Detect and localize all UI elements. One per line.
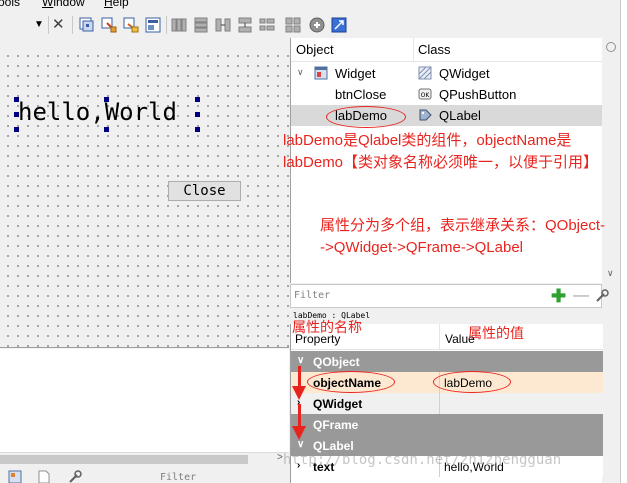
tree-row-widget[interactable]: ∨ Widget QWidget bbox=[291, 63, 603, 84]
watermark: http://blog.csdn.net/zhizhengguan bbox=[283, 452, 562, 468]
label-class-icon bbox=[419, 109, 432, 121]
object-inspector-header: Object Class bbox=[291, 38, 603, 62]
scroll-up-icon[interactable] bbox=[606, 42, 616, 52]
annotation-property-name: 属性的名称 bbox=[292, 319, 362, 335]
object-name: Widget bbox=[335, 66, 376, 81]
pushbutton-class-icon: OK bbox=[418, 88, 432, 100]
label-hello-world[interactable]: hello,World bbox=[18, 98, 177, 126]
widget-box-filter[interactable]: Filter bbox=[160, 472, 196, 483]
object-filter-bar: Filter ✚ — bbox=[290, 284, 609, 308]
edit-widgets-icon[interactable] bbox=[78, 16, 96, 34]
property-group-label: QLabel bbox=[313, 439, 354, 453]
page-icon[interactable] bbox=[38, 470, 50, 483]
property-group-qobject[interactable]: ∨ QObject bbox=[291, 351, 603, 372]
svg-text:OK: OK bbox=[421, 92, 431, 99]
wrench-icon[interactable] bbox=[595, 289, 609, 303]
column-class[interactable]: Class bbox=[418, 42, 451, 57]
right-edge-panel bbox=[620, 0, 627, 483]
annotation-line: ->QWidget->QFrame->QLabel bbox=[320, 239, 523, 256]
layout-vertical-icon[interactable] bbox=[192, 16, 210, 34]
add-icon[interactable]: ✚ bbox=[551, 286, 566, 306]
property-group-label: QFrame bbox=[313, 418, 359, 432]
annotation-note-2: 属性分为多个组，表示继承关系：QObject- ->QWidget->QFram… bbox=[320, 215, 605, 259]
qwidget-class-icon bbox=[418, 66, 432, 80]
layout-form-icon[interactable] bbox=[258, 16, 276, 34]
menu-window[interactable]: Window bbox=[42, 0, 85, 9]
annotation-note-1: labDemo是Qlabel类的组件，objectName是 labDemo【类… bbox=[283, 130, 598, 174]
class-name: QLabel bbox=[439, 108, 481, 123]
chevron-down-icon[interactable]: ∨ bbox=[297, 67, 304, 78]
object-name: btnClose bbox=[335, 87, 387, 102]
class-name: QWidget bbox=[439, 66, 490, 81]
column-divider bbox=[439, 393, 440, 414]
layout-splitter-h-icon[interactable] bbox=[214, 16, 232, 34]
scrollbar-thumb[interactable] bbox=[0, 455, 248, 464]
selection-handle[interactable] bbox=[195, 112, 200, 117]
column-object[interactable]: Object bbox=[296, 42, 334, 57]
annotation-arrow bbox=[298, 404, 301, 426]
annotation-line: labDemo【类对象名称必须唯一，以便于引用】 bbox=[283, 154, 599, 171]
column-divider bbox=[413, 38, 414, 62]
edit-tab-order-icon[interactable] bbox=[144, 16, 162, 34]
mdi-area-blank bbox=[0, 349, 289, 454]
edit-signals-icon[interactable] bbox=[100, 16, 118, 34]
property-group-label: QObject bbox=[313, 355, 360, 369]
chevron-down-icon[interactable]: ∨ bbox=[297, 355, 304, 366]
selection-handle[interactable] bbox=[14, 127, 19, 132]
selection-handle[interactable] bbox=[14, 112, 19, 117]
annotation-ellipse-objectname bbox=[307, 371, 395, 393]
edit-buddies-icon[interactable] bbox=[122, 16, 140, 34]
widget-box-toolbar: Filter bbox=[0, 467, 289, 483]
annotation-line: 属性分为多个组，表示继承关系：QObject- bbox=[320, 217, 606, 234]
adjust-size-icon[interactable] bbox=[330, 16, 348, 34]
menu-bar: ools Window Help bbox=[0, 0, 290, 10]
layout-grid-icon[interactable] bbox=[284, 16, 302, 34]
chevron-down-icon[interactable]: ∨ bbox=[607, 268, 614, 279]
class-name: QPushButton bbox=[439, 87, 517, 102]
close-x-icon[interactable]: ✕ bbox=[52, 16, 70, 34]
annotation-line: labDemo是Qlabel类的组件，objectName是 bbox=[283, 132, 572, 149]
toolbar-separator bbox=[166, 16, 167, 34]
selection-handle[interactable] bbox=[195, 97, 200, 102]
menu-help[interactable]: Help bbox=[104, 0, 129, 9]
form-editor-toolbar: ▼ ✕ bbox=[0, 10, 350, 40]
annotation-arrow-head bbox=[292, 386, 306, 400]
remove-icon[interactable]: — bbox=[573, 286, 589, 306]
property-group-qframe[interactable]: QFrame bbox=[291, 414, 603, 435]
wrench-icon[interactable] bbox=[68, 470, 82, 483]
annotation-arrow bbox=[298, 366, 301, 388]
tree-row-btnclose[interactable]: btnClose OK QPushButton bbox=[291, 84, 603, 105]
selection-handle[interactable] bbox=[104, 127, 109, 132]
form-canvas[interactable] bbox=[0, 48, 289, 348]
break-layout-icon[interactable] bbox=[308, 16, 326, 34]
annotation-arrow-head bbox=[292, 426, 306, 440]
annotation-ellipse-value bbox=[433, 371, 511, 393]
chevron-down-icon[interactable]: ∨ bbox=[297, 439, 304, 450]
close-button[interactable]: Close bbox=[168, 181, 241, 201]
horizontal-scrollbar[interactable]: > bbox=[0, 452, 289, 466]
layout-splitter-v-icon[interactable] bbox=[236, 16, 254, 34]
selection-handle[interactable] bbox=[195, 127, 200, 132]
widget-box-icon[interactable] bbox=[8, 470, 22, 483]
annotation-ellipse-labdemo bbox=[326, 106, 406, 128]
toolbar-separator bbox=[48, 16, 49, 34]
layout-horizontal-icon[interactable] bbox=[170, 16, 188, 34]
menu-tools[interactable]: ools bbox=[0, 0, 20, 9]
selection-handle[interactable] bbox=[104, 97, 109, 102]
object-filter-input[interactable]: Filter bbox=[294, 290, 330, 301]
chevron-right-icon[interactable]: > bbox=[277, 452, 283, 463]
chevron-down-icon[interactable]: ▼ bbox=[34, 16, 52, 34]
widget-icon bbox=[314, 66, 328, 80]
toolbar-separator bbox=[72, 16, 73, 34]
annotation-property-value: 属性的值 bbox=[468, 325, 524, 341]
column-divider bbox=[439, 324, 440, 350]
selection-handle[interactable] bbox=[14, 97, 19, 102]
property-group-qwidget[interactable]: › QWidget bbox=[291, 393, 603, 414]
property-group-label: QWidget bbox=[313, 397, 363, 411]
